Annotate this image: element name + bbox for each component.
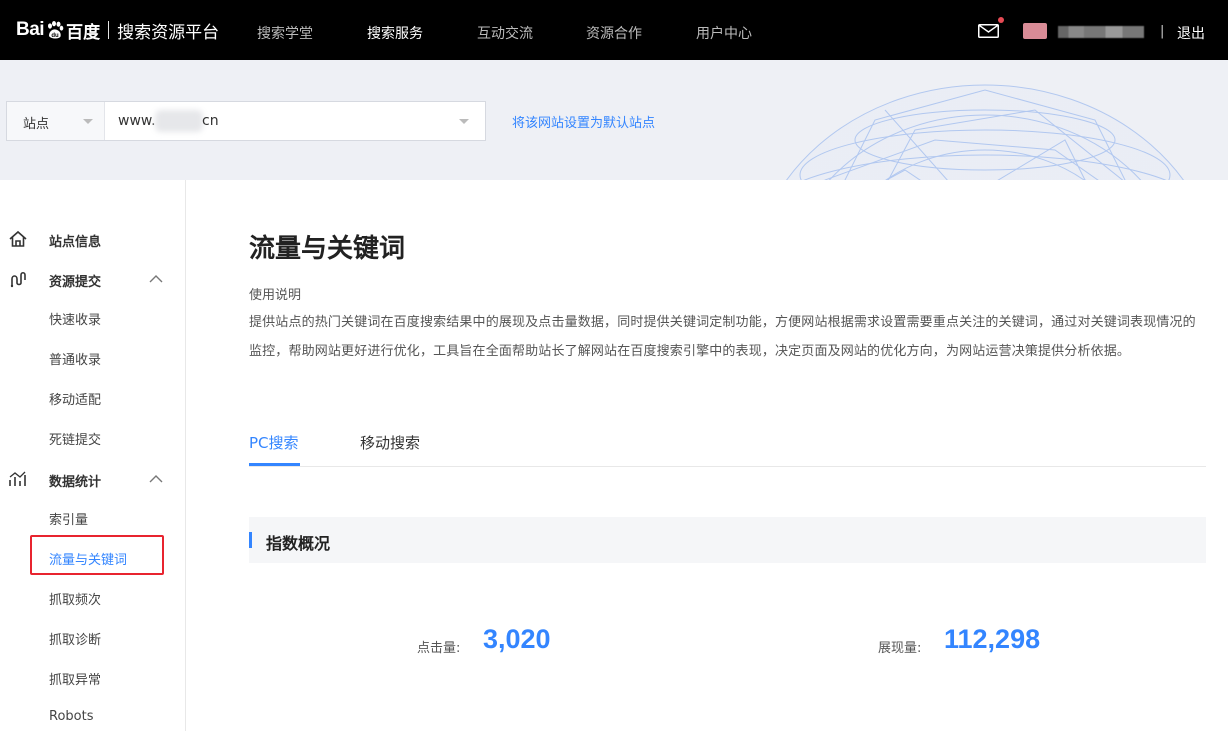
username-redacted[interactable] xyxy=(1058,26,1144,38)
clicks-value: 3,020 xyxy=(483,624,551,654)
avatar[interactable] xyxy=(1023,23,1047,39)
baidu-paw-icon: du xyxy=(48,21,64,39)
sidebar-item-dead-link[interactable]: 死链提交 xyxy=(49,429,101,448)
sidebar-group-resource-submit[interactable]: 资源提交 xyxy=(0,264,186,294)
svg-text:du: du xyxy=(51,33,59,39)
active-item-highlight-box xyxy=(30,535,164,575)
sidebar-group-site-info[interactable]: 站点信息 xyxy=(0,224,186,254)
chevron-down-icon xyxy=(83,119,93,124)
sidebar-item-crawl-frequency[interactable]: 抓取频次 xyxy=(49,589,101,608)
logout-link[interactable]: 退出 xyxy=(1177,23,1205,43)
sidebar-group-data-stats[interactable]: 数据统计 xyxy=(0,464,186,494)
stats-icon xyxy=(9,471,26,486)
clicks-label: 点击量: xyxy=(417,641,461,656)
baidu-logo[interactable]: Bai du 百度 搜索资源平台 xyxy=(16,17,219,43)
logo-bai-text: Bai xyxy=(16,19,45,40)
nav-user-center[interactable]: 用户中心 xyxy=(696,23,752,43)
usage-heading: 使用说明 xyxy=(249,288,302,303)
nav-interaction[interactable]: 互动交流 xyxy=(477,23,533,43)
impressions-label: 展现量: xyxy=(878,641,922,656)
sidebar: 站点信息 资源提交 快速收录 普通收录 移动适配 死链提交 数据统计 索引量 流… xyxy=(0,180,186,731)
site-url-dropdown[interactable]: www. cn xyxy=(105,102,485,140)
chevron-up-icon[interactable] xyxy=(149,474,163,483)
sidebar-item-normal-index[interactable]: 普通收录 xyxy=(49,349,101,368)
sidebar-item-index-volume[interactable]: 索引量 xyxy=(49,509,88,528)
logo-baidu-cn-text: 百度 xyxy=(66,22,101,43)
sidebar-item-quick-index[interactable]: 快速收录 xyxy=(49,309,101,328)
home-icon xyxy=(9,230,27,247)
site-url-redacted xyxy=(155,110,203,132)
site-banner: 站点 www. cn 将该网站设置为默认站点 xyxy=(0,60,1228,180)
sidebar-item-crawl-diagnosis[interactable]: 抓取诊断 xyxy=(49,629,101,648)
nav-separator: | xyxy=(1160,24,1165,39)
sidebar-group-label: 站点信息 xyxy=(49,235,102,250)
section-header: 指数概况 xyxy=(249,517,1206,563)
mail-icon[interactable] xyxy=(978,24,999,38)
tab-pc-search[interactable]: PC搜索 xyxy=(249,432,299,453)
site-type-label: 站点 xyxy=(23,117,50,132)
logo-divider xyxy=(108,21,110,39)
site-url-suffix: cn xyxy=(202,113,219,129)
globe-decoration-icon xyxy=(786,84,1184,180)
platform-name: 搜索资源平台 xyxy=(117,22,220,43)
nav-search-academy[interactable]: 搜索学堂 xyxy=(257,23,313,43)
sidebar-group-label: 资源提交 xyxy=(49,275,102,290)
tab-mobile-search[interactable]: 移动搜索 xyxy=(360,432,420,453)
nav-resource-cooperation[interactable]: 资源合作 xyxy=(586,23,642,43)
search-type-tabs: PC搜索 移动搜索 xyxy=(249,420,1206,467)
site-url-prefix: www. xyxy=(118,113,156,129)
nav-search-service[interactable]: 搜索服务 xyxy=(367,23,423,43)
chevron-up-icon[interactable] xyxy=(149,274,163,283)
notification-dot xyxy=(998,17,1004,23)
site-selector: 站点 www. cn xyxy=(6,101,486,141)
page-title: 流量与关键词 xyxy=(249,234,406,264)
section-title: 指数概况 xyxy=(266,534,331,553)
sidebar-item-robots[interactable]: Robots xyxy=(49,709,93,724)
section-accent-bar xyxy=(249,532,252,548)
set-default-site-link[interactable]: 将该网站设置为默认站点 xyxy=(512,112,655,131)
submit-icon xyxy=(10,271,26,288)
active-tab-underline xyxy=(249,463,300,466)
chevron-down-icon xyxy=(459,119,469,124)
site-type-dropdown[interactable]: 站点 xyxy=(7,102,105,140)
top-nav-bar: Bai du 百度 搜索资源平台 搜索学堂 搜索服务 互动交流 资源合作 用户中… xyxy=(0,0,1228,60)
sidebar-group-label: 数据统计 xyxy=(49,475,102,490)
sidebar-item-mobile-adapt[interactable]: 移动适配 xyxy=(49,389,101,408)
impressions-value: 112,298 xyxy=(944,624,1041,654)
sidebar-item-crawl-errors[interactable]: 抓取异常 xyxy=(49,669,101,688)
usage-description: 提供站点的热门关键词在百度搜索结果中的展现及点击量数据，同时提供关键词定制功能，… xyxy=(249,315,1196,359)
